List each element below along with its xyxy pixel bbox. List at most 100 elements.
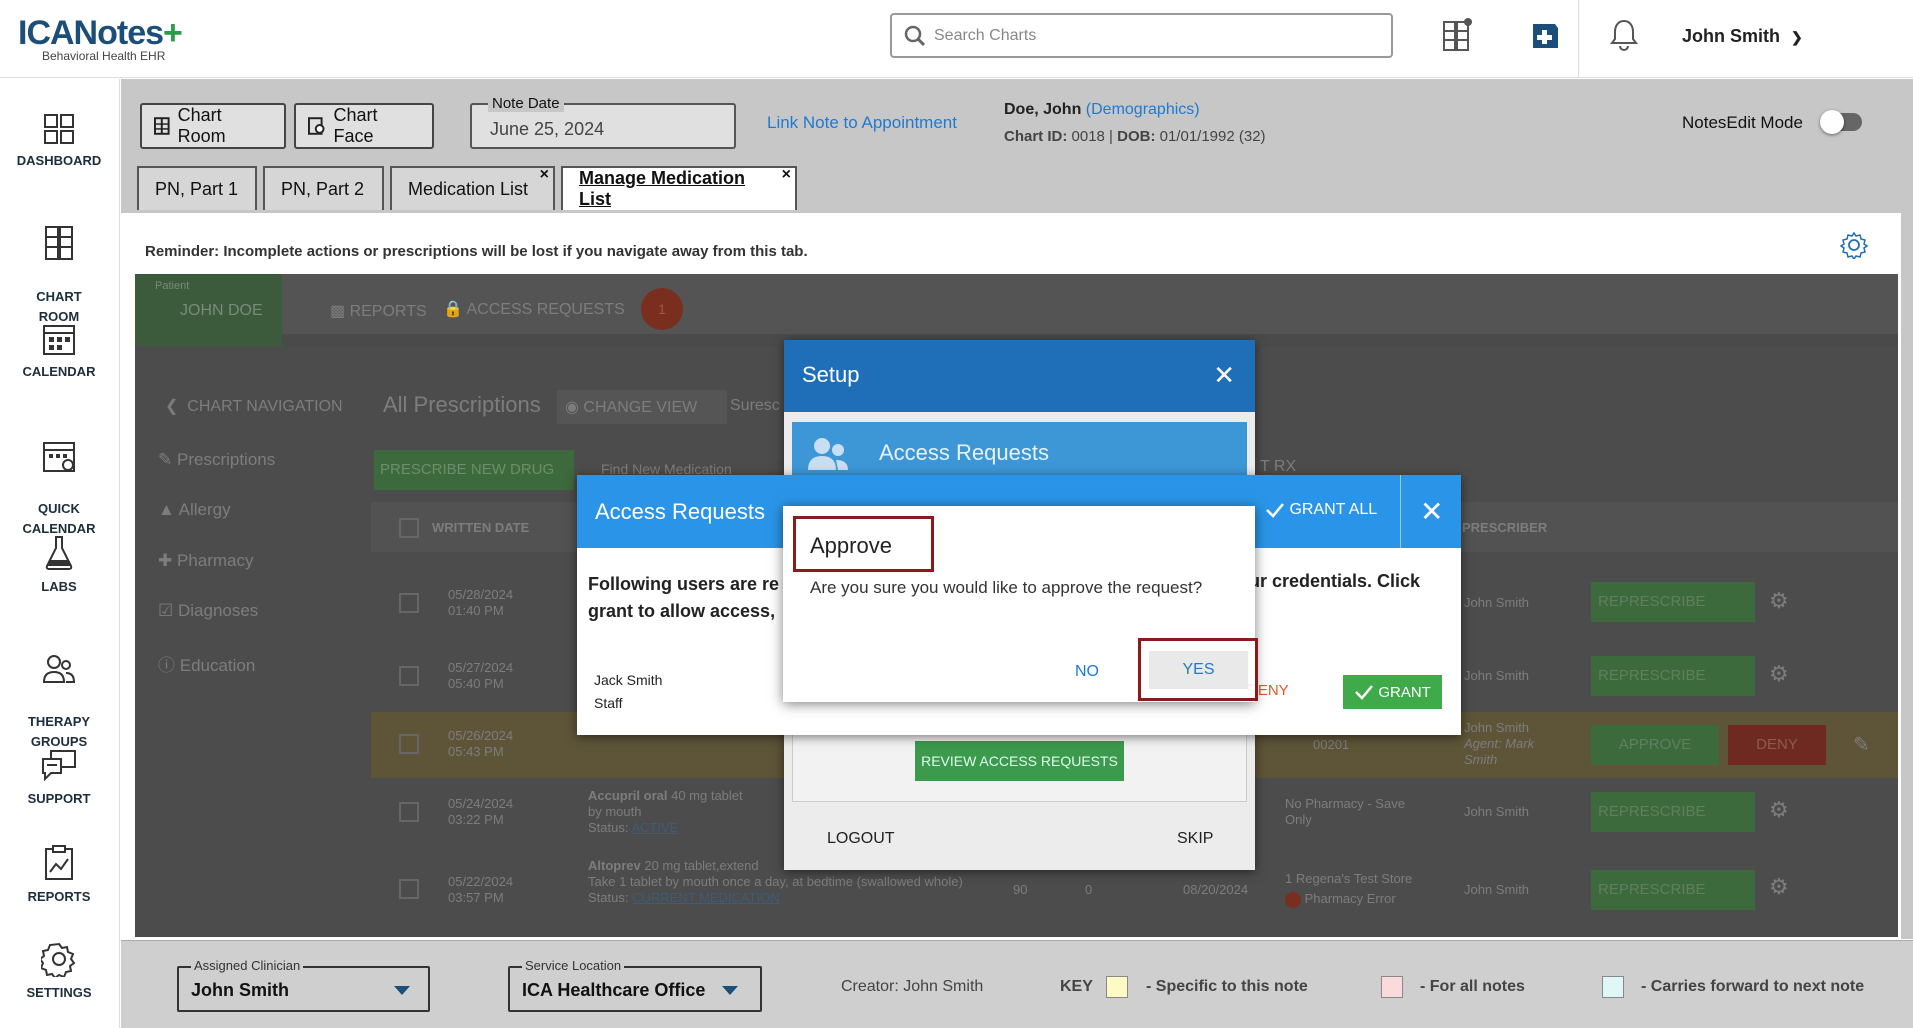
sidebar-item-chart-room[interactable]: CHART ROOM: [0, 205, 118, 327]
patient-chip-label: Patient: [155, 280, 190, 292]
row-pharmacy-name: 1 Regena's Test Store: [1285, 871, 1413, 886]
select-all-checkbox[interactable]: [399, 518, 419, 538]
sidebar-item-dashboard[interactable]: DASHBOARD: [0, 113, 118, 171]
sidebar-item-labs[interactable]: LABS: [0, 535, 118, 597]
row-status[interactable]: CURRENT MEDICATION: [632, 890, 780, 905]
eye-icon: ◉: [565, 399, 579, 416]
sidebar-item-therapy-groups[interactable]: THERAPY GROUPS: [0, 632, 118, 752]
sidebar-item-support[interactable]: SUPPORT: [0, 749, 118, 809]
chevron-down-icon: [394, 986, 410, 995]
nav-diagnoses[interactable]: ☑ Diagnoses: [158, 601, 258, 621]
row-gear-icon[interactable]: ⚙: [1769, 797, 1789, 823]
sidebar-item-quick-calendar[interactable]: QUICK CALENDAR: [0, 419, 118, 539]
grant-label: GRANT: [1378, 683, 1431, 701]
tab-pn-part-1[interactable]: PN, Part 1: [137, 166, 257, 210]
tab-label: PN, Part 1: [155, 178, 239, 199]
nav-pharmacy[interactable]: ✚ Pharmacy: [158, 551, 254, 571]
note-date-field[interactable]: Note Date June 25, 2024: [470, 95, 736, 149]
demographics-link[interactable]: (Demographics): [1086, 101, 1200, 118]
logout-button[interactable]: LOGOUT: [827, 830, 895, 848]
change-view-button[interactable]: ◉ CHANGE VIEW: [557, 390, 727, 424]
service-location-select[interactable]: Service Location ICA Healthcare Office: [508, 958, 762, 1012]
bell-icon[interactable]: [1609, 18, 1639, 52]
approve-title: Approve: [793, 516, 934, 572]
close-icon[interactable]: ✕: [1213, 360, 1235, 391]
represcribe-button[interactable]: REPRESCRIBE: [1591, 870, 1755, 910]
approve-button[interactable]: APPROVE: [1591, 725, 1719, 765]
search-placeholder: Search Charts: [934, 26, 1037, 44]
row-gear-icon[interactable]: ⚙: [1769, 661, 1789, 687]
lock-icon: 🔒: [443, 301, 463, 318]
row-prescriber: John Smith: [1464, 595, 1530, 610]
notes-edit-mode-label: NotesEdit Mode: [1682, 113, 1803, 132]
user-name: John Smith: [1682, 26, 1780, 46]
nav-prescriptions[interactable]: ✎ Prescriptions: [158, 450, 275, 470]
prescribe-new-drug-button[interactable]: PRESCRIBE NEW DRUG: [374, 450, 574, 490]
row-checkbox[interactable]: [399, 879, 419, 899]
app-logo[interactable]: ICANotes+ Behavioral Health EHR: [18, 14, 183, 63]
user-menu[interactable]: John Smith ❯: [1682, 26, 1803, 47]
row-time-value: 03:22 PM: [448, 812, 504, 827]
col-written-date[interactable]: WRITTEN DATE: [432, 520, 529, 535]
sidebar-item-reports[interactable]: REPORTS: [0, 845, 118, 907]
notes-edit-mode-toggle[interactable]: [1820, 110, 1862, 134]
no-button[interactable]: NO: [1075, 663, 1099, 681]
sidebar-item-calendar[interactable]: CALENDAR: [0, 322, 118, 382]
review-access-requests-button[interactable]: REVIEW ACCESS REQUESTS: [915, 741, 1124, 781]
settings-gear-icon[interactable]: [1840, 231, 1868, 259]
row-checkbox[interactable]: [399, 593, 419, 613]
sidebar-label: CALENDAR: [22, 364, 96, 379]
reports-label: REPORTS: [349, 303, 427, 320]
toggle-knob: [1820, 110, 1844, 134]
access-requests-message: Following users are re grant to allow acc…: [588, 571, 779, 625]
col-prescriber[interactable]: PRESCRIBER: [1462, 520, 1547, 535]
help-icon: ⓘ: [158, 656, 175, 675]
check-icon: [1355, 685, 1374, 700]
row-qty: 00201: [1313, 737, 1350, 752]
edit-pencil-icon[interactable]: ✎: [1853, 732, 1870, 757]
deny-button[interactable]: DENY: [1728, 725, 1826, 765]
nav-education[interactable]: ⓘ Education: [158, 651, 255, 676]
key-specific-note: - Specific to this note: [1146, 978, 1308, 995]
close-icon[interactable]: ✕: [1420, 495, 1443, 528]
close-icon[interactable]: ×: [540, 166, 549, 184]
link-note-to-appointment[interactable]: Link Note to Appointment: [767, 113, 957, 133]
chart-room-button[interactable]: Chart Room: [140, 103, 286, 149]
assigned-clinician-select[interactable]: Assigned Clinician John Smith: [177, 958, 430, 1012]
tab-pn-part-2[interactable]: PN, Part 2: [263, 166, 384, 210]
row-checkbox[interactable]: [399, 666, 419, 686]
row-checkbox[interactable]: [399, 802, 419, 822]
sidebar-item-settings[interactable]: SETTINGS: [0, 941, 118, 1003]
skip-button[interactable]: SKIP: [1177, 830, 1213, 848]
row-time-value: 05:40 PM: [448, 676, 504, 691]
nav-allergy[interactable]: ▲ Allergy: [158, 500, 231, 520]
reports-tab[interactable]: ▩ REPORTS: [330, 301, 427, 321]
row-checkbox[interactable]: [399, 734, 419, 754]
row-prescriber: John Smith: [1464, 668, 1530, 683]
group-icon: [42, 655, 76, 683]
represcribe-button[interactable]: REPRESCRIBE: [1591, 582, 1755, 622]
patient-chip[interactable]: Patient JOHN DOE: [135, 274, 282, 346]
row-status[interactable]: ACTIVE: [631, 820, 678, 835]
tab-medication-list[interactable]: Medication List ×: [390, 166, 555, 210]
setup-header: Setup ✕: [784, 340, 1255, 412]
row-gear-icon[interactable]: ⚙: [1769, 588, 1789, 614]
chart-cabinet-icon[interactable]: [1442, 18, 1472, 52]
row-time-value: 05:43 PM: [448, 744, 504, 759]
yes-button[interactable]: YES: [1149, 651, 1248, 689]
chart-navigation-label: CHART NAVIGATION: [187, 398, 343, 415]
close-icon[interactable]: ×: [782, 166, 791, 184]
access-requests-tab[interactable]: 🔒 ACCESS REQUESTS: [443, 299, 625, 319]
row-gear-icon[interactable]: ⚙: [1769, 874, 1789, 900]
error-icon: [1285, 891, 1301, 908]
represcribe-button[interactable]: REPRESCRIBE: [1591, 792, 1755, 832]
represcribe-button[interactable]: REPRESCRIBE: [1591, 656, 1755, 696]
grant-all-button[interactable]: GRANT ALL: [1265, 501, 1377, 519]
search-charts-input[interactable]: Search Charts: [890, 13, 1393, 58]
chart-navigation[interactable]: ❮ CHART NAVIGATION: [165, 396, 343, 416]
grant-request-button[interactable]: GRANT: [1343, 675, 1442, 709]
add-patient-icon[interactable]: [1530, 18, 1560, 52]
chart-face-button[interactable]: Chart Face: [294, 103, 434, 149]
tab-manage-medication-list[interactable]: Manage Medication List ×: [561, 166, 797, 210]
clipboard-icon: ☑: [158, 601, 174, 620]
